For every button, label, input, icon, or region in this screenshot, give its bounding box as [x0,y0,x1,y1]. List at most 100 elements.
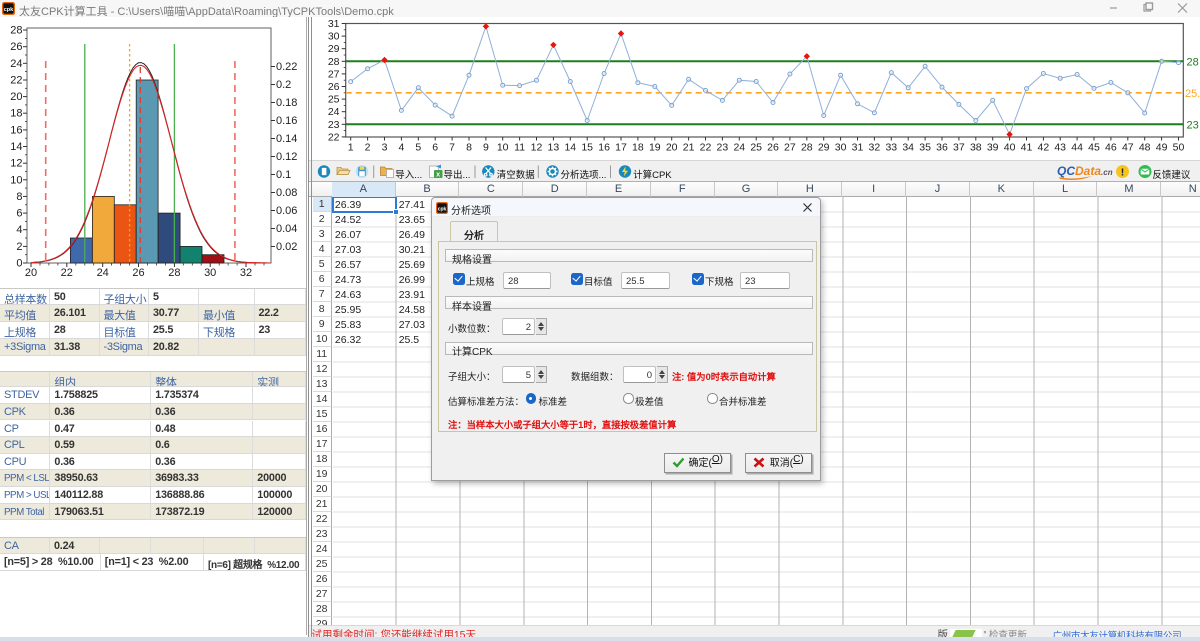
svg-text:24: 24 [733,141,745,153]
svg-text:24: 24 [327,106,339,118]
svg-text:29: 29 [327,43,339,55]
svg-text:27: 27 [327,68,339,80]
svg-text:7: 7 [449,141,455,153]
svg-text:33: 33 [885,141,897,153]
svg-text:23: 23 [327,118,339,130]
svg-text:20: 20 [10,91,22,103]
svg-text:24: 24 [97,267,109,279]
svg-text:16: 16 [598,141,610,153]
svg-text:32: 32 [868,141,880,153]
svg-text:!: ! [1120,166,1124,178]
svg-text:44: 44 [1071,141,1083,153]
svg-text:28: 28 [10,25,22,37]
svg-text:x: x [436,171,440,178]
svg-text:42: 42 [1037,141,1049,153]
svg-text:6: 6 [432,141,438,153]
svg-text:26: 26 [132,267,144,279]
svg-text:0.12: 0.12 [276,151,297,163]
svg-text:0.16: 0.16 [276,115,297,127]
svg-text:24: 24 [10,58,22,70]
svg-text:26: 26 [767,141,779,153]
svg-text:15: 15 [581,141,593,153]
svg-text:17: 17 [615,141,627,153]
svg-text:0.18: 0.18 [276,97,297,109]
svg-text:21: 21 [682,141,694,153]
svg-text:47: 47 [1121,141,1133,153]
svg-text:45: 45 [1088,141,1100,153]
svg-text:46: 46 [1105,141,1117,153]
svg-text:cpk: cpk [438,206,447,212]
svg-text:8: 8 [466,141,472,153]
svg-text:28: 28 [800,141,812,153]
svg-text:0.08: 0.08 [276,187,297,199]
svg-text:0.06: 0.06 [276,205,297,217]
svg-text:41: 41 [1020,141,1032,153]
svg-text:0.1: 0.1 [276,169,291,181]
svg-text:30: 30 [834,141,846,153]
svg-text:30: 30 [327,30,339,42]
svg-text:20: 20 [665,141,677,153]
svg-text:34: 34 [902,141,914,153]
svg-text:22: 22 [327,131,339,143]
svg-text:11: 11 [514,141,525,153]
svg-text:43: 43 [1054,141,1066,153]
svg-text:31: 31 [327,18,339,30]
svg-text:10: 10 [10,174,22,186]
svg-text:QCData.cn: QCData.cn [1057,164,1113,178]
svg-text:6: 6 [16,208,22,220]
svg-text:32: 32 [240,267,252,279]
svg-text:14: 14 [564,141,576,153]
svg-text:18: 18 [632,141,644,153]
svg-text:12: 12 [10,158,22,170]
svg-text:31: 31 [851,141,863,153]
svg-text:0.2: 0.2 [276,79,291,91]
svg-text:25.5: 25.5 [1185,87,1200,99]
svg-text:28: 28 [327,55,339,67]
svg-text:13: 13 [547,141,559,153]
svg-text:26: 26 [10,41,22,53]
svg-text:22: 22 [699,141,711,153]
svg-text:8: 8 [16,191,22,203]
svg-text:29: 29 [817,141,829,153]
svg-text:2: 2 [16,241,22,253]
svg-text:35: 35 [919,141,931,153]
svg-text:36: 36 [936,141,948,153]
svg-text:16: 16 [10,124,22,136]
svg-text:1: 1 [347,141,353,153]
svg-text:39: 39 [986,141,998,153]
svg-text:14: 14 [10,141,22,153]
svg-text:9: 9 [482,141,488,153]
svg-text:38: 38 [969,141,981,153]
svg-text:22: 22 [10,75,22,87]
svg-text:5: 5 [415,141,421,153]
svg-text:50: 50 [1172,141,1184,153]
svg-text:3: 3 [381,141,387,153]
svg-text:2: 2 [364,141,370,153]
svg-text:0.04: 0.04 [276,223,297,235]
svg-text:28: 28 [1186,56,1198,68]
svg-text:10: 10 [496,141,508,153]
svg-text:19: 19 [648,141,660,153]
svg-text:20: 20 [25,267,37,279]
svg-text:0.14: 0.14 [276,133,297,145]
svg-text:0.22: 0.22 [276,61,297,73]
svg-text:22: 22 [61,267,73,279]
svg-text:4: 4 [16,224,22,236]
svg-text:4: 4 [398,141,404,153]
svg-text:25: 25 [750,141,762,153]
svg-text:40: 40 [1003,141,1015,153]
svg-text:23: 23 [716,141,728,153]
svg-text:27: 27 [784,141,796,153]
svg-text:0: 0 [16,258,22,270]
svg-text:26: 26 [327,81,339,93]
svg-text:37: 37 [953,141,965,153]
svg-text:28: 28 [168,267,180,279]
svg-text:12: 12 [530,141,542,153]
svg-text:48: 48 [1138,141,1150,153]
svg-text:23: 23 [1186,119,1198,131]
svg-text:30: 30 [204,267,216,279]
svg-text:0.02: 0.02 [276,241,297,253]
svg-text:49: 49 [1155,141,1167,153]
svg-text:25: 25 [327,93,339,105]
svg-text:18: 18 [10,108,22,120]
